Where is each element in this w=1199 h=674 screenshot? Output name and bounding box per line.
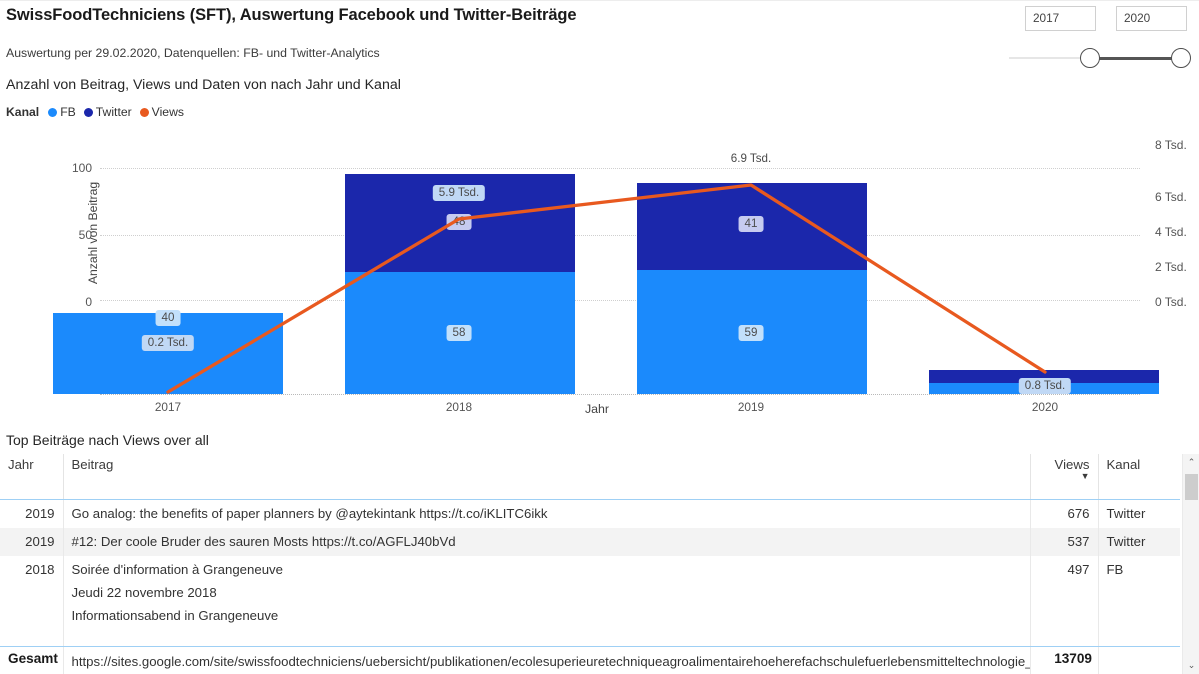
x-axis-line [100, 394, 1140, 395]
y-tick-left-0: 0 [85, 295, 92, 309]
gridline-50 [100, 235, 1140, 236]
table-vertical-scrollbar[interactable]: ⌃ ⌄ [1182, 454, 1199, 674]
top-divider [0, 0, 1199, 1]
range-input-group: 2017 2020 [1025, 6, 1187, 31]
legend-item-twitter[interactable]: Twitter [83, 105, 132, 119]
bar-label-fb-2017: 40 [155, 310, 181, 326]
cell-kanal: Twitter [1098, 527, 1180, 556]
top-posts-table-section: Top Beiträge nach Views over all Jahr Be… [0, 432, 1199, 674]
y-tick-right-8000: 8 Tsd. [1155, 138, 1187, 152]
line-label-views-2019: 6.9 Tsd. [730, 152, 772, 165]
column-header-jahr[interactable]: Jahr [0, 454, 64, 500]
table-title: Top Beiträge nach Views over all [6, 432, 209, 448]
report-page: SwissFoodTechniciens (SFT), Auswertung F… [0, 0, 1199, 674]
legend-title: Kanal [6, 105, 40, 119]
range-from-input[interactable]: 2017 [1025, 6, 1096, 31]
legend-item-fb[interactable]: FB [48, 105, 76, 119]
legend-dot-fb [48, 107, 58, 117]
y-tick-left-50: 50 [78, 228, 92, 242]
bar-label-fb-2019: 59 [738, 325, 764, 341]
total-label: Gesamt [8, 651, 58, 666]
legend-label-twitter: Twitter [95, 105, 132, 119]
line-label-views-2017: 0.2 Tsd. [141, 335, 195, 351]
y-tick-right-4000: 4 Tsd. [1155, 225, 1187, 239]
scroll-up-icon[interactable]: ⌃ [1183, 454, 1199, 471]
y-tick-right-2000: 2 Tsd. [1155, 260, 1187, 274]
table-header: Jahr Beitrag Views ▼ Kanal [0, 454, 1180, 500]
cell-jahr: 2019 [0, 527, 64, 556]
bar-label-twitter-2018: 48 [446, 214, 472, 230]
total-divider-3 [1098, 647, 1099, 674]
range-to-input[interactable]: 2020 [1116, 6, 1187, 31]
combo-chart: Anzahl von Beitrag 0 50 100 0 Tsd. 2 Tsd… [0, 126, 1199, 431]
x-axis-title: Jahr [584, 402, 610, 416]
line-label-views-2020: 0.8 Tsd. [1018, 378, 1072, 394]
column-header-kanal[interactable]: Kanal [1098, 454, 1180, 500]
total-views-value: 13709 [1054, 651, 1092, 666]
legend-dot-views [139, 107, 149, 117]
slider-handle-max[interactable] [1171, 48, 1191, 68]
y-tick-right-6000: 6 Tsd. [1155, 190, 1187, 204]
table-header-row: Jahr Beitrag Views ▼ Kanal [0, 454, 1180, 500]
sort-descending-icon: ▼ [1080, 471, 1090, 481]
table-total-row: Gesamt 13709 [0, 646, 1180, 674]
report-subtitle: Auswertung per 29.02.2020, Datenquellen:… [6, 46, 380, 60]
table-row[interactable]: 2019 Go analog: the benefits of paper pl… [0, 499, 1180, 528]
bar-label-fb-2018: 58 [446, 325, 472, 341]
range-slider[interactable] [1007, 48, 1193, 68]
page-title: SwissFoodTechniciens (SFT), Auswertung F… [6, 6, 577, 24]
top-posts-table: Jahr Beitrag Views ▼ Kanal 2019 Go analo… [0, 454, 1180, 674]
gridline-100 [100, 168, 1140, 169]
cell-jahr: 2019 [0, 499, 64, 528]
scroll-down-icon[interactable]: ⌄ [1183, 657, 1199, 674]
legend-dot-twitter [83, 107, 93, 117]
legend-label-fb: FB [60, 105, 76, 119]
gridline-right-2 [100, 300, 1140, 301]
cell-views: 537 [1030, 527, 1099, 556]
table-row[interactable]: 2019 #12: Der coole Bruder des sauren Mo… [0, 527, 1180, 556]
total-divider-1 [63, 647, 64, 674]
column-header-views-label: Views [1054, 457, 1090, 472]
slider-selected-range [1091, 56, 1181, 60]
line-label-views-2018: 5.9 Tsd. [432, 185, 486, 201]
slider-handle-min[interactable] [1080, 48, 1100, 68]
cell-beitrag: #12: Der coole Bruder des sauren Mosts h… [63, 527, 1031, 556]
y-tick-left-100: 100 [71, 161, 92, 175]
year-range-filter[interactable]: 2017 2020 [1007, 6, 1193, 68]
column-header-beitrag[interactable]: Beitrag [63, 454, 1031, 500]
legend-item-views[interactable]: Views [139, 105, 184, 119]
cell-views: 676 [1030, 499, 1099, 528]
chart-legend: Kanal FB Twitter Views [6, 105, 192, 119]
legend-label-views: Views [151, 105, 184, 119]
chart-title: Anzahl von Beitrag, Views und Daten von … [6, 77, 401, 93]
chart-plot-area: Anzahl von Beitrag 0 50 100 0 Tsd. 2 Tsd… [45, 130, 1187, 418]
y-tick-right-0: 0 Tsd. [1155, 295, 1187, 309]
column-header-views[interactable]: Views ▼ [1030, 454, 1099, 500]
cell-beitrag: Go analog: the benefits of paper planner… [63, 499, 1031, 528]
bar-label-twitter-2019: 41 [738, 216, 764, 232]
scrollbar-thumb[interactable] [1185, 474, 1198, 500]
cell-kanal: Twitter [1106, 505, 1146, 521]
